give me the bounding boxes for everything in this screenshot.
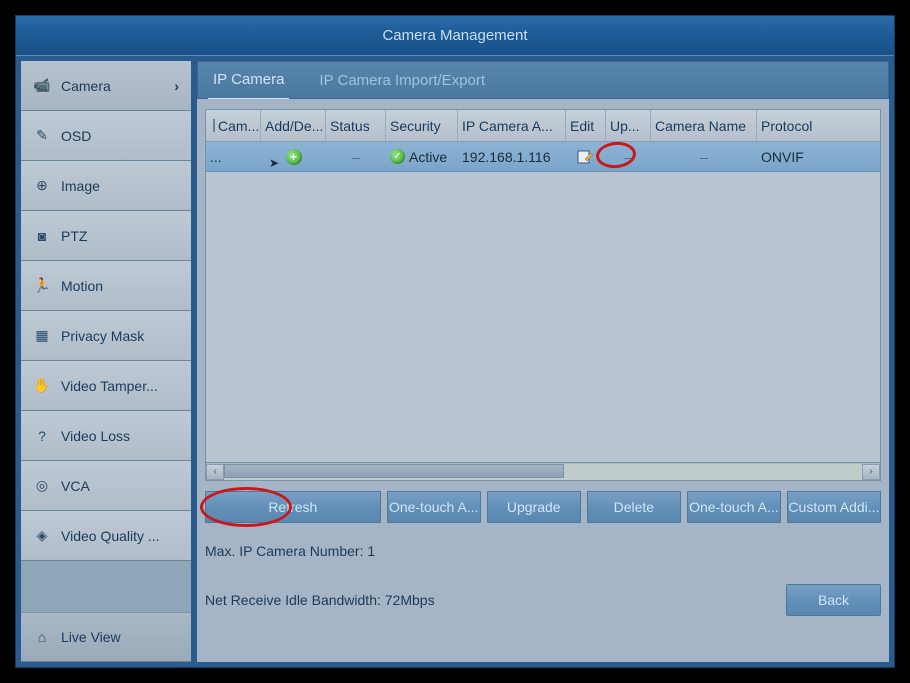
cell-ip-address: 192.168.1.116 bbox=[458, 142, 566, 171]
check-icon: ✓ bbox=[390, 149, 405, 164]
sidebar-item-label: Video Tamper... bbox=[61, 378, 158, 394]
edit-icon[interactable] bbox=[577, 149, 595, 165]
window-title: Camera Management bbox=[382, 27, 527, 44]
cell-status: – bbox=[326, 142, 386, 171]
sidebar-spacer bbox=[21, 561, 191, 612]
video-loss-icon: ? bbox=[33, 427, 51, 445]
main-panel: IP Camera IP Camera Import/Export Cam...… bbox=[197, 61, 889, 662]
th-status[interactable]: Status bbox=[326, 110, 386, 141]
scroll-thumb[interactable] bbox=[224, 464, 564, 478]
content-body: Cam... Add/De... Status Security IP Came… bbox=[197, 99, 889, 662]
sidebar-item-label: Image bbox=[61, 178, 100, 194]
table-header: Cam... Add/De... Status Security IP Came… bbox=[206, 110, 880, 142]
sidebar-item-motion[interactable]: 🏃 Motion bbox=[21, 261, 191, 311]
tab-import-export[interactable]: IP Camera Import/Export bbox=[314, 62, 490, 99]
select-all-checkbox[interactable] bbox=[213, 119, 215, 132]
video-quality-icon: ◈ bbox=[33, 527, 51, 545]
sidebar-item-video-tamper[interactable]: ✋ Video Tamper... bbox=[21, 361, 191, 411]
delete-button[interactable]: Delete bbox=[587, 491, 681, 523]
th-add-delete[interactable]: Add/De... bbox=[261, 110, 326, 141]
osd-icon: ✎ bbox=[33, 127, 51, 145]
scroll-right-button[interactable]: › bbox=[862, 464, 880, 480]
cell-upgrade: – bbox=[606, 142, 651, 171]
th-edit[interactable]: Edit bbox=[566, 110, 606, 141]
info-section: Max. IP Camera Number: 1 Net Receive Idl… bbox=[205, 543, 881, 616]
camera-icon: 📹 bbox=[33, 77, 51, 95]
sidebar-item-privacy-mask[interactable]: ▦ Privacy Mask bbox=[21, 311, 191, 361]
max-camera-label: Max. IP Camera Number: 1 bbox=[205, 543, 881, 559]
th-protocol[interactable]: Protocol bbox=[757, 110, 880, 141]
sidebar-item-label: PTZ bbox=[61, 228, 87, 244]
refresh-button[interactable]: Refresh bbox=[205, 491, 381, 523]
cell-protocol: ONVIF bbox=[757, 142, 880, 171]
one-touch-add-button[interactable]: One-touch A... bbox=[387, 491, 481, 523]
vca-icon: ◎ bbox=[33, 477, 51, 495]
cell-add[interactable]: + ➤ bbox=[261, 142, 326, 171]
video-tamper-icon: ✋ bbox=[33, 377, 51, 395]
th-camera[interactable]: Cam... bbox=[206, 110, 261, 141]
tab-bar: IP Camera IP Camera Import/Export bbox=[197, 61, 889, 99]
scroll-track[interactable] bbox=[224, 464, 862, 480]
sidebar-item-camera[interactable]: 📹 Camera › bbox=[21, 61, 191, 111]
cell-camera: ... bbox=[206, 142, 261, 171]
th-ip-address[interactable]: IP Camera A... bbox=[458, 110, 566, 141]
upgrade-button[interactable]: Upgrade bbox=[487, 491, 581, 523]
cursor-pointer-icon: ➤ bbox=[269, 156, 279, 170]
cell-security: ✓ Active bbox=[386, 142, 458, 171]
chevron-right-icon: › bbox=[174, 78, 179, 94]
sidebar-item-label: Video Loss bbox=[61, 428, 130, 444]
back-button[interactable]: Back bbox=[786, 584, 881, 616]
sidebar-item-osd[interactable]: ✎ OSD bbox=[21, 111, 191, 161]
sidebar-item-live-view[interactable]: ⌂ Live View bbox=[21, 612, 191, 662]
th-camera-name[interactable]: Camera Name bbox=[651, 110, 757, 141]
cell-edit[interactable] bbox=[566, 142, 606, 171]
custom-adding-button[interactable]: Custom Addi... bbox=[787, 491, 881, 523]
th-upgrade[interactable]: Up... bbox=[606, 110, 651, 141]
button-row: Refresh One-touch A... Upgrade Delete On… bbox=[205, 491, 881, 523]
table-row[interactable]: ... + ➤ – ✓ Active 192.168.1.116 bbox=[206, 142, 880, 172]
sidebar-item-label: Camera bbox=[61, 78, 111, 94]
sidebar-item-label: VCA bbox=[61, 478, 90, 494]
home-icon: ⌂ bbox=[33, 628, 51, 646]
add-icon[interactable]: + bbox=[286, 149, 302, 165]
ptz-icon: ◙ bbox=[33, 227, 51, 245]
sidebar-item-vca[interactable]: ◎ VCA bbox=[21, 461, 191, 511]
camera-table: Cam... Add/De... Status Security IP Came… bbox=[205, 109, 881, 463]
title-bar: Camera Management bbox=[16, 16, 894, 56]
sidebar-item-video-quality[interactable]: ◈ Video Quality ... bbox=[21, 511, 191, 561]
motion-icon: 🏃 bbox=[33, 277, 51, 295]
app-window: Camera Management 📹 Camera › ✎ OSD ⊕ Ima… bbox=[15, 15, 895, 668]
sidebar-item-image[interactable]: ⊕ Image bbox=[21, 161, 191, 211]
image-icon: ⊕ bbox=[33, 177, 51, 195]
sidebar-item-ptz[interactable]: ◙ PTZ bbox=[21, 211, 191, 261]
scroll-left-button[interactable]: ‹ bbox=[206, 464, 224, 480]
bandwidth-label: Net Receive Idle Bandwidth: 72Mbps bbox=[205, 592, 786, 608]
one-touch-activate-button[interactable]: One-touch A... bbox=[687, 491, 781, 523]
content-area: 📹 Camera › ✎ OSD ⊕ Image ◙ PTZ 🏃 Motion bbox=[16, 56, 894, 667]
privacy-mask-icon: ▦ bbox=[33, 327, 51, 345]
th-security[interactable]: Security bbox=[386, 110, 458, 141]
sidebar-item-video-loss[interactable]: ? Video Loss bbox=[21, 411, 191, 461]
cell-camera-name: – bbox=[651, 142, 757, 171]
tab-ip-camera[interactable]: IP Camera bbox=[208, 61, 289, 100]
sidebar-item-label: Privacy Mask bbox=[61, 328, 144, 344]
sidebar-item-label: Live View bbox=[61, 629, 121, 645]
table-body: ... + ➤ – ✓ Active 192.168.1.116 bbox=[206, 142, 880, 462]
sidebar-item-label: Motion bbox=[61, 278, 103, 294]
sidebar: 📹 Camera › ✎ OSD ⊕ Image ◙ PTZ 🏃 Motion bbox=[21, 61, 191, 662]
horizontal-scrollbar[interactable]: ‹ › bbox=[205, 463, 881, 481]
sidebar-item-label: OSD bbox=[61, 128, 91, 144]
sidebar-item-label: Video Quality ... bbox=[61, 528, 160, 544]
